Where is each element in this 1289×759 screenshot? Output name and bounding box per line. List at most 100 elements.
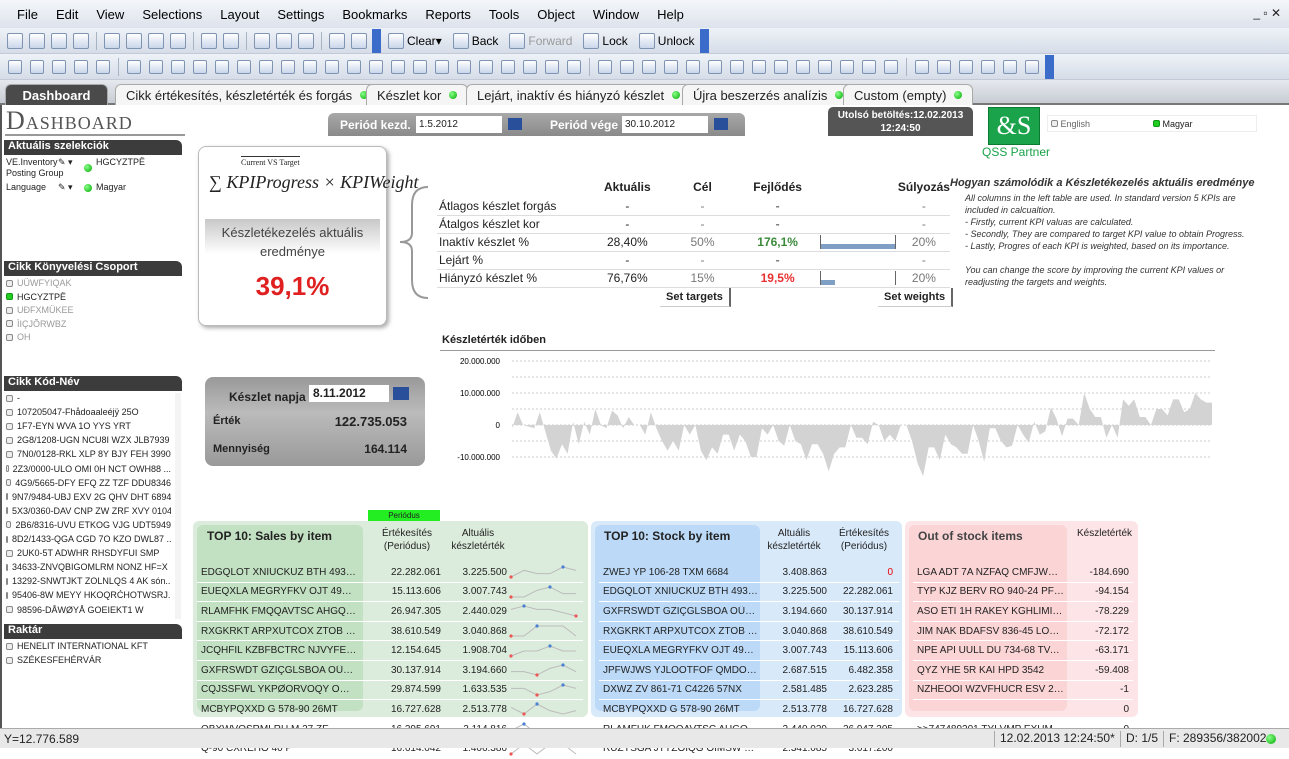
sales-row[interactable]: MCBYPQXXD G 578-90 26MT 16.727.628 2.513.7… [197,700,583,720]
stock-row[interactable]: JPFWJWS YJLOOTFOF QMDO WZS... 2.687.515 6.… [599,661,899,681]
design-tool-icon[interactable] [369,59,383,74]
item-code-item[interactable]: 2UK0-5T ADWHR RHSDYFUI SMP [6,548,171,558]
checkbox[interactable] [6,394,13,402]
sales-row[interactable]: CQJSSFWL YKPØORVOQY OQME... 29.874.599 1.6… [197,681,583,701]
stock-col-header[interactable]: Értékesítés (Periódus) [831,527,897,553]
design-tool-icon[interactable] [642,59,656,74]
sales-row[interactable]: JCQHFIL KZBFBCTRC NJVYFEMW... 12.154.645 1… [197,641,583,661]
toolbar-icon[interactable] [351,32,367,49]
design-tool-icon[interactable] [884,59,898,74]
clear-button[interactable]: Clear ▾ [385,32,442,49]
checkbox[interactable] [6,422,13,430]
item-code-item[interactable]: 2B6/8316-UVU ETKOG VJG UDT5949 [6,520,171,530]
design-tool-icon[interactable] [818,59,832,74]
design-tool-icon[interactable] [193,59,207,74]
sales-col-header[interactable]: Altuális készletérték [445,527,511,553]
checkbox[interactable] [6,450,13,458]
posting-group-item[interactable]: UÐFXMÜKEE [6,305,74,315]
toolbar-overflow[interactable] [1045,54,1054,79]
checkbox[interactable] [6,507,8,515]
design-tool-icon[interactable] [567,59,581,74]
checkbox[interactable] [6,465,9,472]
stock-day-input[interactable]: 8.11.2012 [309,385,389,402]
oos-row[interactable]: QYZ YHE 5R KAI HPD 3542 -59.408 [913,661,1133,681]
period-end-input[interactable]: 30.10.2012 [622,116,708,133]
sales-row[interactable]: EDGQLOT XNIUCKUZ BTH 4935 D... 22.282.061… [197,563,583,583]
checkbox[interactable] [6,306,13,314]
oos-row[interactable]: 0 [913,700,1133,720]
design-tool-icon[interactable] [303,59,317,74]
language-option-magyar[interactable]: Magyar [1153,119,1193,129]
tab-1[interactable]: Cikk értékesítés, készletérték és forgás [115,84,380,105]
menu-selections[interactable]: Selections [133,7,211,22]
sales-row[interactable]: RXGKRKT ARPXUTCOX ZTOB 54 UJ 38.610.549 3.… [197,622,583,642]
checkbox[interactable] [6,479,12,487]
item-code-item[interactable]: 98596-DÅWØYÅ GOEIEKT1 W [6,605,171,615]
toolbar-icon[interactable] [104,32,120,49]
toolbar-icon[interactable] [223,32,239,49]
item-code-item[interactable]: 107205047-Fhådoaaleéjÿ 25O [6,407,171,417]
item-code-item[interactable]: 1F7-EYN WVA 1O YYS YRT [6,421,171,431]
language-option-english[interactable]: English [1051,119,1090,129]
item-code-item[interactable]: 4G9/5665-DFY EFQ ZZ TZF DDU8346 [6,478,171,488]
checkbox[interactable] [6,563,8,571]
menu-layout[interactable]: Layout [211,7,268,22]
posting-group-item[interactable]: UÜWFYIQAK [6,278,72,288]
design-tool-icon[interactable] [281,59,295,74]
checkbox[interactable] [6,408,13,416]
warehouse-item[interactable]: HENELIT INTERNATIONAL KFT [6,641,148,651]
menu-window[interactable]: Window [584,7,648,22]
checkbox[interactable] [6,320,13,327]
toolbar-overflow[interactable] [372,28,381,53]
oos-row[interactable]: ASO ETI 1H RAKEY KGHLIMIY FLO... -78.229 [913,602,1133,622]
sales-row[interactable]: RLAMFHK FMQQAVTSC AHGQQ 4... 26.947.305 2.… [197,602,583,622]
design-tool-icon[interactable] [347,59,361,74]
design-tool-icon[interactable] [501,59,515,74]
design-tool-icon[interactable] [730,59,744,74]
design-tool-icon[interactable] [959,59,973,74]
tab-4[interactable]: Újra beszerzés analízis [682,84,855,105]
toolbar-icon[interactable] [148,32,164,49]
stock-row[interactable]: DXWZ ZV 861-71 C4226 57NX 2.581.485 2.623.… [599,681,899,701]
design-tool-icon[interactable] [237,59,251,74]
checkbox[interactable] [6,535,8,543]
checkbox[interactable] [6,436,13,444]
set-weights-button[interactable]: Set weights [878,288,954,307]
toolbar-overflow[interactable] [700,28,710,53]
design-tool-icon[interactable] [708,59,722,74]
posting-group-item[interactable]: OH [6,332,31,342]
tab-5[interactable]: Custom (empty) [843,84,974,105]
design-tool-icon[interactable] [915,59,929,74]
forward-button[interactable]: Forward [506,32,572,49]
oos-row[interactable]: NPE API UULL DU 734-68 TVA 8032 -63.171 [913,641,1133,661]
design-tool-icon[interactable] [862,59,876,74]
design-tool-icon[interactable] [840,59,854,74]
menu-view[interactable]: View [87,7,133,22]
item-code-item[interactable]: 34633-ZNVQBIGOMLRM NONZ HF=X ... [6,562,171,572]
item-code-item[interactable]: - [6,393,171,403]
stock-row[interactable]: EDGQLOT XNIUCKUZ BTH 4935 D... 3.225.500 2… [599,583,899,603]
tab-0[interactable]: Dashboard [5,84,108,105]
checkbox[interactable] [6,606,13,613]
design-tool-icon[interactable] [391,59,405,74]
checkbox[interactable] [6,642,13,650]
period-start-input[interactable]: 1.5.2012 [416,116,502,133]
toolbar-icon[interactable] [254,32,270,49]
design-tool-icon[interactable] [598,59,612,74]
toolbar-icon[interactable] [276,32,292,49]
posting-group-item[interactable]: ÌIÇJÕRWBZ [6,319,66,329]
checkbox[interactable] [6,279,13,287]
eraser-icon[interactable]: ✎ ▾ [58,157,73,168]
item-code-item[interactable]: 5X3/0360-DAV CNP ZW ZRF XVY 0104 [6,506,171,516]
menu-settings[interactable]: Settings [268,7,333,22]
checkbox[interactable] [6,333,13,341]
item-code-item[interactable]: 2G8/1208-UGN NCU8I WZX JLB7939 [6,435,171,445]
design-tool-icon[interactable] [937,59,951,74]
design-tool-icon[interactable] [620,59,634,74]
stock-row[interactable]: RXGKRKT ARPXUTCOX ZTOB 54 UJ 3.040.868 38.… [599,622,899,642]
design-tool-icon[interactable] [30,59,44,74]
period-tab[interactable]: Periódus [368,510,440,521]
stock-row[interactable]: GXFRSWDT GZIÇGLSBOA OÛEJ 66... 3.194.660 3… [599,602,899,622]
design-tool-icon[interactable] [96,59,110,74]
toolbar-icon[interactable] [73,32,89,49]
